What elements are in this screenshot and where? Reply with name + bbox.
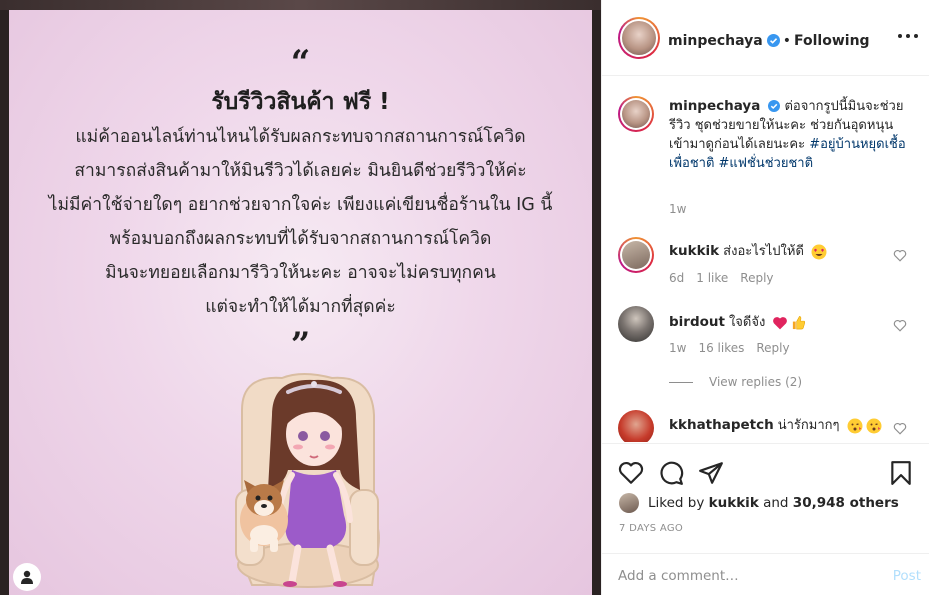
comment-meta: 6d 1 like Reply — [669, 271, 786, 285]
comment-likes[interactable]: 1 like — [696, 271, 728, 285]
comment-body: birdout ใจดีจัง — [669, 311, 806, 332]
thumbs-up-emoji-icon — [793, 316, 806, 330]
red-heart-emoji-icon — [773, 316, 788, 329]
commenter-avatar[interactable] — [618, 237, 654, 273]
view-replies-label: View replies (2) — [709, 375, 803, 389]
heart-icon[interactable] — [618, 460, 644, 486]
image-text-line: ไม่มีค่าใช้จ่ายใดๆ อยากช่วยจากใจค่ะ เพีย… — [48, 195, 553, 215]
following-button[interactable]: Following — [794, 33, 870, 49]
comment-like-heart-icon[interactable] — [893, 319, 907, 332]
image-text-line: สามารถส่งสินค้ามาให้มินรีวิวได้เลยค่ะ มิ… — [74, 161, 527, 181]
commenter-avatar[interactable] — [618, 306, 654, 342]
view-replies-button[interactable]: View replies (2) — [669, 375, 802, 389]
comment-text: ใจดีจัง — [728, 315, 766, 330]
dot-icon — [898, 34, 902, 38]
bookmark-icon[interactable] — [888, 460, 914, 486]
header-user-info: minpechaya • Following — [668, 30, 870, 49]
backdrop-strip — [0, 0, 601, 10]
reply-button[interactable]: Reply — [756, 341, 789, 355]
comment-username[interactable]: kukkik — [669, 243, 719, 259]
comment-like-heart-icon[interactable] — [893, 422, 907, 435]
comments-list[interactable]: minpechaya ต่อจากรูปนี้มินจะช่วยรีวิว ชุ… — [602, 77, 929, 442]
image-text-block: แม่ค้าออนไลน์ท่านไหนได้รับผลกระทบจากสถาน… — [9, 120, 592, 324]
comment-like-heart-icon[interactable] — [893, 249, 907, 262]
likes-prefix: Liked by — [648, 495, 705, 511]
commenter-avatar[interactable] — [618, 410, 654, 442]
heart-eyes-emoji-icon — [811, 244, 827, 259]
likes-and: and — [763, 495, 789, 511]
comment-input[interactable] — [618, 564, 868, 588]
image-text-line: แต่จะทำให้ได้มากที่สุดค่ะ — [205, 297, 396, 317]
image-text-line: มินจะทยอยเลือกมารีวิวให้นะคะ อาจจะไม่ครบ… — [105, 263, 496, 283]
caption-username[interactable]: minpechaya — [669, 98, 760, 114]
comment-time[interactable]: 6d — [669, 271, 684, 285]
verified-badge-icon — [766, 34, 780, 47]
comment-username[interactable]: kkhathapetch — [669, 417, 774, 433]
open-quote-mark: “ — [290, 43, 311, 83]
liker-avatar — [619, 493, 639, 513]
comment-username[interactable]: birdout — [669, 314, 725, 330]
author-username[interactable]: minpechaya — [668, 33, 763, 49]
comment-likes[interactable]: 16 likes — [698, 341, 744, 355]
comment-body: kukkik ส่งอะไรไปให้ดี — [669, 240, 827, 261]
image-text-line: พร้อมบอกถึงผลกระทบที่ได้รับจากสถานการณ์โ… — [109, 229, 492, 249]
reply-button[interactable]: Reply — [740, 271, 773, 285]
user-tag-icon — [21, 570, 33, 584]
share-paper-plane-icon[interactable] — [698, 460, 724, 486]
post-caption: minpechaya ต่อจากรูปนี้มินจะช่วยรีวิว ชุ… — [669, 97, 914, 173]
likes-count[interactable]: 30,948 others — [793, 495, 899, 511]
comment-meta: 1w 16 likes Reply — [669, 341, 802, 355]
likes-summary[interactable]: Liked by kukkik and 30,948 others — [619, 493, 899, 513]
kiss-emoji-icon — [866, 418, 882, 433]
post-image[interactable]: “ รับรีวิวสินค้า ฟรี ! แม่ค้าออนไลน์ท่าน… — [9, 10, 592, 595]
caption-author-avatar[interactable] — [618, 96, 654, 132]
dot-icon — [914, 34, 918, 38]
post-details-panel: minpechaya • Following minpechaya ต่อจากรู… — [601, 0, 929, 595]
cartoon-illustration — [235, 373, 380, 588]
author-avatar[interactable] — [618, 17, 660, 59]
tagged-user-button[interactable] — [13, 563, 41, 591]
comment-text: ส่งอะไรไปให้ดี — [723, 244, 804, 259]
liker-username[interactable]: kukkik — [709, 495, 759, 511]
close-quote-mark: ” — [290, 325, 311, 365]
comment-body: kkhathapetch น่ารักมากๆ — [669, 414, 882, 435]
image-text-line: แม่ค้าออนไลน์ท่านไหนได้รับผลกระทบจากสถาน… — [75, 127, 526, 147]
comment-time[interactable]: 1w — [669, 341, 686, 355]
kiss-emoji-icon — [847, 418, 863, 433]
add-comment-bar: Post — [602, 553, 929, 595]
post-header: minpechaya • Following — [602, 0, 929, 76]
post-comment-button[interactable]: Post — [893, 568, 921, 584]
comment-text: น่ารักมากๆ — [777, 418, 840, 433]
comment-bubble-icon[interactable] — [658, 460, 684, 486]
replies-divider-line — [669, 381, 693, 383]
more-options-button[interactable] — [898, 28, 918, 44]
image-heading: รับรีวิวสินค้า ฟรี ! — [211, 89, 390, 115]
caption-timestamp[interactable]: 1w — [669, 202, 686, 216]
dot-icon — [906, 34, 910, 38]
post-date[interactable]: 7 DAYS AGO — [619, 523, 683, 534]
verified-badge-icon — [768, 100, 781, 112]
separator-dot: • — [782, 33, 791, 49]
